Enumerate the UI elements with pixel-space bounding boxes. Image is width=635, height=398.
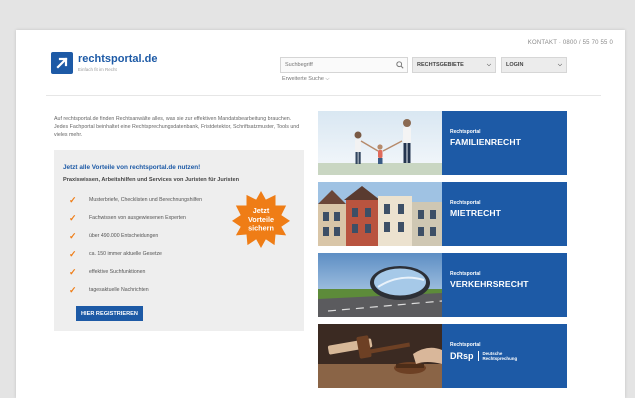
benefit-label: tagesaktuelle Nachrichten: [89, 287, 149, 293]
tile-familienrecht[interactable]: Rechtsportal FAMILIENRECHT: [318, 111, 567, 175]
tile-prefix: Rechtsportal: [450, 129, 481, 135]
intro-text: Auf rechtsportal.de finden Rechtsanwälte…: [54, 116, 300, 138]
search-input[interactable]: [281, 58, 393, 72]
login-label: LOGIN: [506, 62, 524, 68]
benefit-label: effektive Suchfunktionen: [89, 269, 146, 275]
checkmark-icon: ✓: [69, 284, 77, 295]
gavel-photo: [318, 324, 442, 388]
tile-familienrecht-panel: Rechtsportal FAMILIENRECHT: [442, 111, 567, 175]
chevron-down-icon: ⌵: [325, 76, 330, 82]
benefit-label: ca. 150 immer aktuelle Gesetze: [89, 251, 162, 257]
register-button[interactable]: HIER REGISTRIEREN: [76, 306, 143, 321]
search-icon: [396, 61, 404, 69]
tile-prefix: Rechtsportal: [450, 200, 481, 206]
logo-separator: [477, 351, 479, 361]
badge-line-1: Jetzt: [253, 206, 270, 215]
promo-title: Jetzt alle Vorteile von rechtsportal.de …: [63, 164, 201, 171]
houses-photo: [318, 182, 442, 246]
tile-verkehrsrecht[interactable]: Rechtsportal VERKEHRSRECHT: [318, 253, 567, 317]
side-mirror-photo: [318, 253, 442, 317]
tile-title: FAMILIENRECHT: [450, 137, 522, 147]
checkmark-icon: ✓: [69, 212, 77, 223]
legal-areas-label: RECHTSGEBIETE: [417, 62, 464, 68]
list-item: ✓ effektive Suchfunktionen: [69, 263, 202, 281]
chevron-down-icon: ⌵: [557, 61, 562, 68]
tile-verkehrsrecht-panel: Rechtsportal VERKEHRSRECHT: [442, 253, 567, 317]
tile-drsp[interactable]: Rechtsportal DRsp Deutsche Rechtsprechun…: [318, 324, 567, 388]
drsp-logo: DRsp: [450, 351, 474, 361]
logo-name: rechtsportal.de: [78, 53, 158, 65]
search-button[interactable]: [393, 58, 407, 72]
tile-title: VERKEHRSRECHT: [450, 279, 529, 289]
logo-tagline: Einfach fit im Recht: [78, 67, 117, 72]
benefit-label: über 490.000 Entscheidungen: [89, 233, 159, 239]
chevron-down-icon: ⌵: [486, 61, 491, 68]
tile-title: MIETRECHT: [450, 208, 502, 218]
search-box: [280, 57, 408, 73]
benefits-list: ✓ Musterbriefe, Checklisten und Berechnun…: [69, 191, 202, 299]
badge-line-3: sichern: [248, 224, 274, 233]
header-top-links[interactable]: KONTAKT · 0800 / 55 70 55 0: [528, 40, 613, 46]
site-logo[interactable]: rechtsportal.de Einfach fit im Recht: [51, 52, 157, 74]
logo-arrow-icon: [51, 52, 73, 74]
promo-box: Jetzt alle Vorteile von rechtsportal.de …: [54, 150, 304, 331]
badge-line-2: Vorteile: [248, 215, 274, 224]
header-divider: [46, 95, 601, 96]
list-item: ✓ tagesaktuelle Nachrichten: [69, 281, 202, 299]
benefit-label: Musterbriefe, Checklisten und Berechnung…: [89, 197, 203, 203]
checkmark-icon: ✓: [69, 266, 77, 277]
login-dropdown[interactable]: LOGIN ⌵: [501, 57, 567, 73]
list-item: ✓ Musterbriefe, Checklisten und Berechnun…: [69, 191, 202, 209]
offer-starburst-badge[interactable]: Jetzt Vorteile sichern: [232, 190, 290, 248]
benefit-label: Fachwissen von ausgewiesenen Experten: [89, 215, 186, 221]
list-item: ✓ ca. 150 immer aktuelle Gesetze: [69, 245, 202, 263]
tile-prefix: Rechtsportal: [450, 342, 481, 348]
tile-prefix: Rechtsportal: [450, 271, 481, 277]
checkmark-icon: ✓: [69, 194, 77, 205]
browser-page: KONTAKT · 0800 / 55 70 55 0 rechtsportal…: [16, 30, 625, 398]
drsp-desc-line-2: Rechtsprechung: [482, 356, 518, 361]
list-item: ✓ über 490.000 Entscheidungen: [69, 227, 202, 245]
list-item: ✓ Fachwissen von ausgewiesenen Experten: [69, 209, 202, 227]
tile-mietrecht[interactable]: Rechtsportal MIETRECHT: [318, 182, 567, 246]
family-photo: [318, 111, 442, 175]
advanced-search-link[interactable]: Erweiterte Suche ⌵: [282, 76, 330, 83]
tile-drsp-panel: Rechtsportal DRsp Deutsche Rechtsprechun…: [442, 324, 567, 388]
tile-mietrecht-panel: Rechtsportal MIETRECHT: [442, 182, 567, 246]
advanced-search-label: Erweiterte Suche: [282, 76, 324, 82]
legal-areas-dropdown[interactable]: RECHTSGEBIETE ⌵: [412, 57, 496, 73]
promo-subtitle: Praxiswissen, Arbeitshilfen und Services…: [63, 177, 240, 183]
checkmark-icon: ✓: [69, 248, 77, 259]
checkmark-icon: ✓: [69, 230, 77, 241]
